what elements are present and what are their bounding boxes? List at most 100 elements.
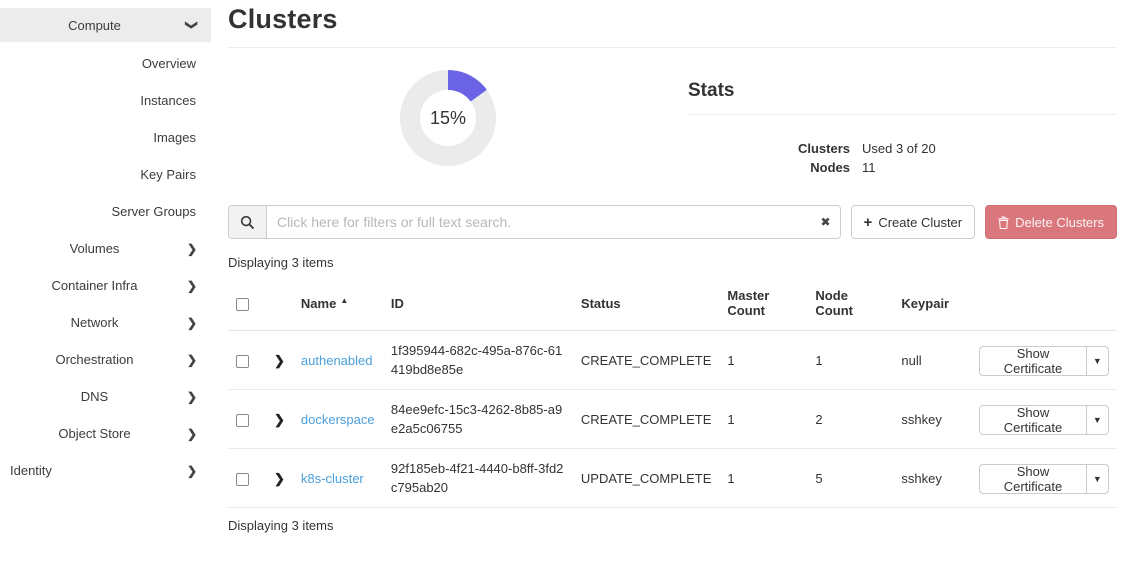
sidebar-item-overview[interactable]: Overview bbox=[0, 45, 211, 82]
row-actions-dropdown-toggle[interactable]: ▼ bbox=[1087, 346, 1109, 376]
cluster-keypair: sshkey bbox=[893, 449, 971, 508]
sidebar-item-dns[interactable]: DNS ❯ bbox=[0, 378, 211, 415]
create-cluster-button[interactable]: + Create Cluster bbox=[851, 205, 976, 239]
delete-clusters-label: Delete Clusters bbox=[1015, 215, 1104, 230]
cluster-name-link[interactable]: authenabled bbox=[301, 353, 373, 368]
displaying-count-top: Displaying 3 items bbox=[228, 255, 1117, 270]
sidebar-item-network[interactable]: Network ❯ bbox=[0, 304, 211, 341]
sidebar-item-label: Network bbox=[0, 315, 211, 330]
search-icon-glyph bbox=[240, 215, 255, 230]
show-certificate-button[interactable]: Show Certificate bbox=[979, 405, 1086, 435]
app-window: Compute ❯ Overview Instances Images Key … bbox=[0, 0, 1125, 575]
row-actions: Show Certificate ▼ bbox=[979, 346, 1109, 376]
cluster-master-count: 1 bbox=[719, 449, 807, 508]
row-checkbox[interactable] bbox=[236, 414, 249, 427]
column-header-master-count[interactable]: Master Count bbox=[719, 276, 807, 331]
column-label: Status bbox=[581, 296, 621, 311]
stats-title: Stats bbox=[688, 80, 1117, 102]
search-icon[interactable] bbox=[229, 206, 267, 238]
cluster-node-count: 2 bbox=[807, 390, 893, 449]
sidebar-item-label: Images bbox=[153, 130, 196, 145]
sidebar-item-key-pairs[interactable]: Key Pairs bbox=[0, 156, 211, 193]
column-header-keypair[interactable]: Keypair bbox=[893, 276, 971, 331]
cluster-id: 92f185eb-4f21-4440-b8ff-3fd2c795ab20 bbox=[383, 449, 573, 508]
expand-row-icon[interactable]: ❯ bbox=[274, 471, 285, 486]
column-label: ID bbox=[391, 296, 404, 311]
cluster-status: CREATE_COMPLETE bbox=[573, 390, 720, 449]
cluster-node-count: 5 bbox=[807, 449, 893, 508]
main-content: Clusters 15% Stats Clusters Used 3 of 20… bbox=[211, 0, 1125, 575]
show-certificate-button[interactable]: Show Certificate bbox=[979, 346, 1086, 376]
sidebar-item-instances[interactable]: Instances bbox=[0, 82, 211, 119]
expand-row-icon[interactable]: ❯ bbox=[274, 353, 285, 368]
cluster-keypair: null bbox=[893, 331, 971, 390]
page-title: Clusters bbox=[228, 4, 1117, 35]
clear-search-icon[interactable]: ✖ bbox=[820, 215, 830, 229]
row-actions-dropdown-toggle[interactable]: ▼ bbox=[1087, 405, 1109, 435]
sort-ascending-icon: ▲ bbox=[340, 296, 348, 305]
sidebar-item-label: Object Store bbox=[0, 426, 211, 441]
cluster-master-count: 1 bbox=[719, 331, 807, 390]
expand-row-icon[interactable]: ❯ bbox=[274, 412, 285, 427]
show-certificate-button[interactable]: Show Certificate bbox=[979, 464, 1086, 494]
trash-icon bbox=[998, 216, 1009, 229]
row-checkbox[interactable] bbox=[236, 355, 249, 368]
sidebar-item-label: Key Pairs bbox=[140, 167, 196, 182]
sidebar-item-object-store[interactable]: Object Store ❯ bbox=[0, 415, 211, 452]
sidebar-item-volumes[interactable]: Volumes ❯ bbox=[0, 230, 211, 267]
table-row: ❯ dockerspace 84ee9efc-15c3-4262-8b85-a9… bbox=[228, 390, 1117, 449]
caret-down-icon: ▼ bbox=[1093, 356, 1102, 366]
sidebar-item-label: Server Groups bbox=[111, 204, 196, 219]
sidebar-item-orchestration[interactable]: Orchestration ❯ bbox=[0, 341, 211, 378]
sidebar-nav: Compute ❯ Overview Instances Images Key … bbox=[0, 0, 211, 575]
chevron-down-icon: ❯ bbox=[185, 20, 199, 30]
column-header-status[interactable]: Status bbox=[573, 276, 720, 331]
chevron-right-icon: ❯ bbox=[187, 427, 197, 441]
sidebar-item-label: Compute bbox=[0, 18, 211, 33]
sidebar-item-server-groups[interactable]: Server Groups bbox=[0, 193, 211, 230]
sidebar-item-label: Overview bbox=[142, 56, 196, 71]
toolbar: ✖ + Create Cluster Delete Clusters bbox=[228, 205, 1117, 239]
usage-donut-box: 15% bbox=[228, 62, 668, 177]
select-all-checkbox[interactable] bbox=[236, 298, 249, 311]
stats-panel: Stats Clusters Used 3 of 20 Nodes 11 bbox=[688, 62, 1117, 177]
cluster-id: 1f395944-682c-495a-876c-61419bd8e85e bbox=[383, 331, 573, 390]
column-header-id[interactable]: ID bbox=[383, 276, 573, 331]
column-header-node-count[interactable]: Node Count bbox=[807, 276, 893, 331]
sidebar-item-container-infra[interactable]: Container Infra ❯ bbox=[0, 267, 211, 304]
cluster-status: CREATE_COMPLETE bbox=[573, 331, 720, 390]
cluster-name-link[interactable]: k8s-cluster bbox=[301, 471, 364, 486]
usage-donut-chart: 15% bbox=[400, 70, 496, 166]
stats-value: Used 3 of 20 bbox=[862, 139, 936, 158]
caret-down-icon: ▼ bbox=[1093, 415, 1102, 425]
actions-column-header bbox=[971, 276, 1117, 331]
stats-label: Nodes bbox=[688, 158, 850, 177]
row-actions-dropdown-toggle[interactable]: ▼ bbox=[1087, 464, 1109, 494]
plus-icon: + bbox=[864, 214, 873, 231]
cluster-status: UPDATE_COMPLETE bbox=[573, 449, 720, 508]
row-actions: Show Certificate ▼ bbox=[979, 464, 1109, 494]
sidebar-item-images[interactable]: Images bbox=[0, 119, 211, 156]
stats-row-clusters: Clusters Used 3 of 20 bbox=[688, 139, 1117, 158]
delete-clusters-button[interactable]: Delete Clusters bbox=[985, 205, 1117, 239]
clusters-table: Name▲ ID Status Master Count Node Count … bbox=[228, 276, 1117, 508]
search-input[interactable] bbox=[267, 206, 840, 238]
cluster-master-count: 1 bbox=[719, 390, 807, 449]
stats-row-nodes: Nodes 11 bbox=[688, 158, 1117, 177]
column-header-name[interactable]: Name ▲ bbox=[293, 276, 383, 331]
sidebar-item-identity[interactable]: Identity ❯ bbox=[0, 452, 211, 489]
table-row: ❯ k8s-cluster 92f185eb-4f21-4440-b8ff-3f… bbox=[228, 449, 1117, 508]
sidebar-item-label: Identity bbox=[0, 463, 211, 478]
sidebar-item-label: Instances bbox=[140, 93, 196, 108]
row-checkbox[interactable] bbox=[236, 473, 249, 486]
stats-value: 11 bbox=[862, 158, 876, 177]
column-label: Master Count bbox=[727, 288, 769, 318]
sidebar-item-compute[interactable]: Compute ❯ bbox=[0, 8, 211, 42]
column-label: Name bbox=[301, 296, 336, 311]
overview-row: 15% Stats Clusters Used 3 of 20 Nodes 11 bbox=[228, 62, 1117, 177]
chevron-right-icon: ❯ bbox=[187, 242, 197, 256]
chevron-right-icon: ❯ bbox=[187, 464, 197, 478]
sidebar-item-label: Orchestration bbox=[0, 352, 211, 367]
stats-divider bbox=[688, 114, 1117, 115]
cluster-name-link[interactable]: dockerspace bbox=[301, 412, 375, 427]
